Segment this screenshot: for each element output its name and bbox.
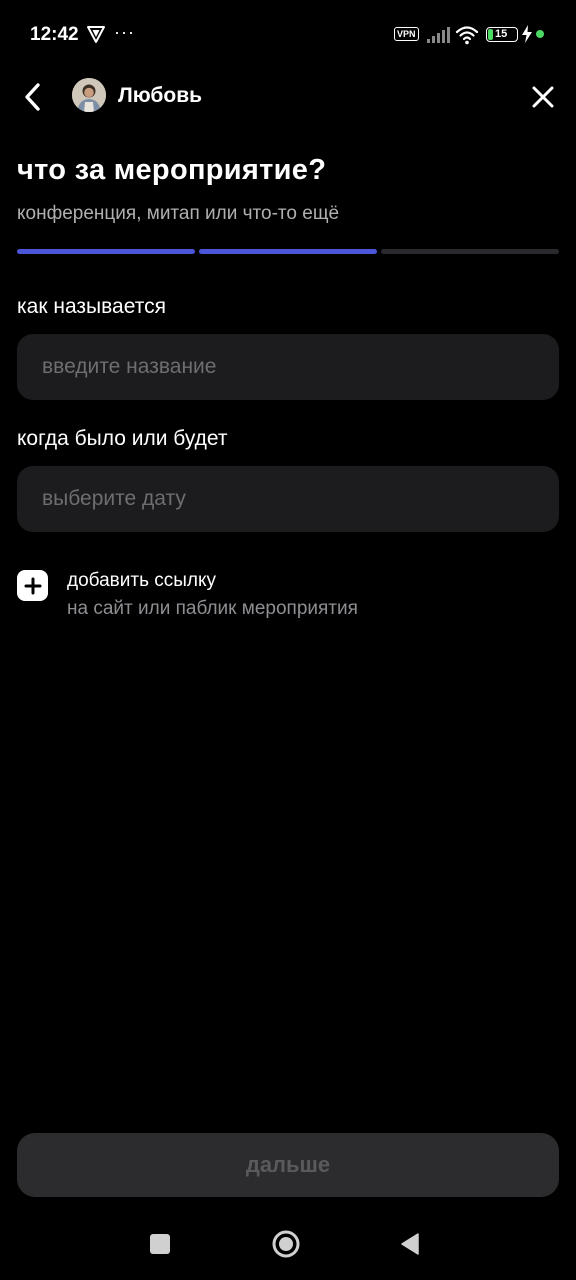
progress-segment-2	[199, 249, 377, 254]
plus-icon	[17, 570, 48, 601]
vpn-shield-icon	[87, 26, 105, 43]
signal-icon	[427, 27, 450, 43]
event-name-input[interactable]	[17, 334, 559, 400]
status-indicator-dot	[536, 30, 544, 38]
back-button[interactable]	[16, 78, 50, 116]
add-link-button[interactable]: добавить ссылку на сайт или паблик мероп…	[17, 566, 467, 626]
page-subtitle: конференция, митап или что-то ещё	[17, 203, 340, 224]
chevron-left-icon	[25, 83, 40, 111]
event-date-label: когда было или будет	[17, 427, 228, 450]
event-name-label: как называется	[17, 295, 166, 318]
page-title: что за мероприятие?	[17, 154, 327, 186]
add-link-title: добавить ссылку	[67, 570, 217, 591]
status-time: 12:42	[30, 24, 79, 45]
battery-level: 15	[495, 28, 508, 40]
progress-segment-1	[17, 249, 195, 254]
status-more-dots: ···	[114, 22, 135, 42]
battery-icon: 15	[486, 27, 518, 42]
charging-icon	[522, 25, 532, 43]
event-date-field[interactable]	[17, 466, 559, 532]
avatar-photo	[72, 78, 106, 112]
progress-segment-3	[381, 249, 559, 254]
system-back-button[interactable]	[398, 1232, 422, 1256]
wifi-icon	[455, 26, 479, 45]
avatar[interactable]	[72, 78, 106, 112]
vpn-badge: VPN	[394, 27, 419, 41]
status-bar: 12:42 ··· VPN 15	[0, 0, 576, 70]
close-icon	[532, 86, 554, 108]
contact-name: Любовь	[118, 84, 203, 107]
system-nav-bar	[0, 1210, 576, 1280]
add-link-subtitle: на сайт или паблик мероприятия	[67, 598, 358, 619]
next-button[interactable]: дальше	[17, 1133, 559, 1197]
header: Любовь	[0, 70, 576, 124]
close-button[interactable]	[524, 78, 562, 116]
step-progress	[17, 249, 559, 254]
home-button[interactable]	[272, 1230, 300, 1258]
recent-apps-button[interactable]	[150, 1234, 170, 1254]
